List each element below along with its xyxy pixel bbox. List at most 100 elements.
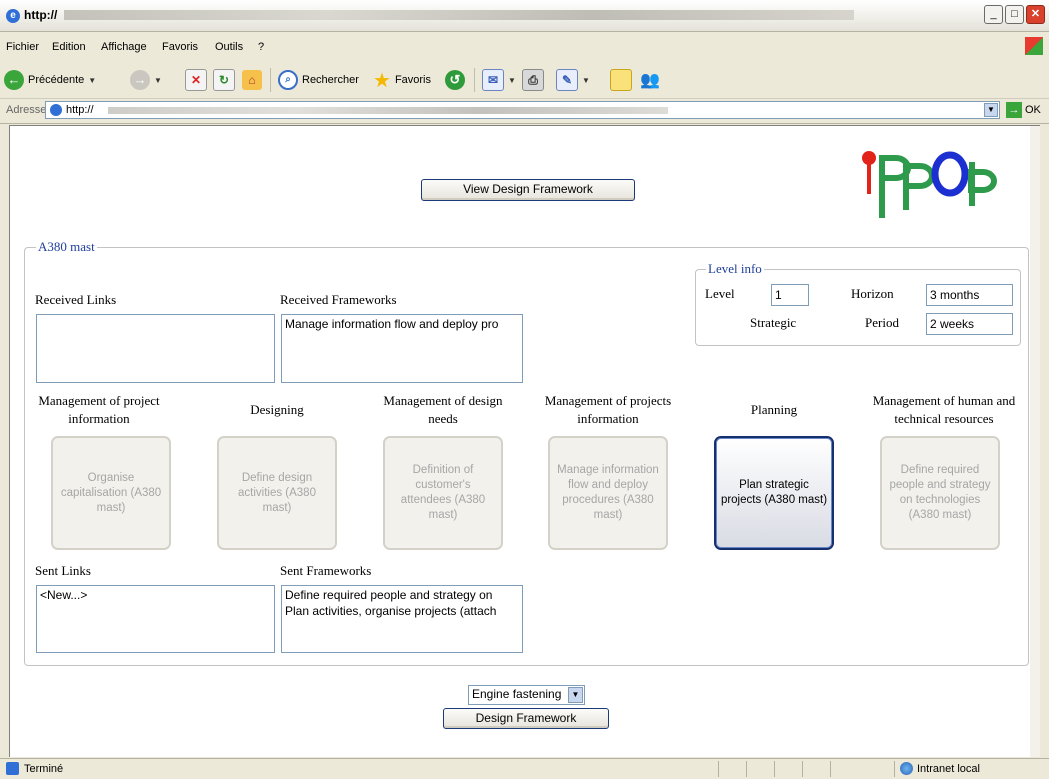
menu-fichier[interactable]: Fichier (6, 41, 39, 53)
framework-select[interactable]: Engine fastening ▼ (468, 685, 585, 705)
ie-icon: e (6, 9, 20, 23)
menu-outils[interactable]: Outils (215, 41, 243, 53)
card-title-designing: Designing (250, 402, 304, 417)
page-icon (50, 104, 62, 116)
favorites-button[interactable]: ★ Favoris (373, 69, 431, 92)
favorites-label: Favoris (394, 74, 431, 86)
sent-links-list[interactable]: <New...> (36, 585, 275, 653)
ippop-logo (862, 151, 997, 218)
messenger-icon: 👥 (640, 72, 660, 89)
notes-button[interactable] (610, 69, 632, 91)
back-button[interactable]: ← Précédente ▼ (4, 69, 96, 91)
card-title-human-technical-resources: Management of human and technical resour… (872, 393, 1016, 426)
view-design-framework-button[interactable]: View Design Framework (421, 179, 635, 201)
refresh-button[interactable]: ↻ (213, 69, 235, 91)
period-label: Period (865, 315, 899, 330)
mail-icon: ✉ (482, 69, 504, 91)
list-item[interactable]: Manage information flow and deploy pro (285, 316, 519, 332)
address-url-redacted (108, 107, 668, 114)
refresh-icon: ↻ (213, 69, 235, 91)
list-item[interactable]: <New...> (40, 587, 271, 603)
horizon-label: Horizon (851, 286, 894, 301)
go-arrow-icon: → (1006, 102, 1022, 118)
search-icon: ⌕ (278, 70, 298, 90)
received-links-list[interactable] (36, 314, 275, 383)
level-field[interactable]: 1 (771, 284, 809, 306)
period-field[interactable]: 2 weeks (926, 313, 1013, 335)
card-definition-customer-attendees[interactable]: Definition of customer's attendees (A380… (383, 436, 503, 550)
address-bar: Adresse http:// ▼ → OK (0, 99, 1049, 124)
edit-button[interactable]: ✎ ▼ (556, 69, 590, 91)
chevron-down-icon: ▼ (508, 75, 516, 85)
card-define-required-people[interactable]: Define required people and strategy on t… (880, 436, 1000, 550)
print-button[interactable]: ⎙ (522, 69, 544, 91)
card-manage-information-flow[interactable]: Manage information flow and deploy proce… (548, 436, 668, 550)
status-bar: Terminé Intranet local (0, 758, 1049, 779)
address-input[interactable]: http:// ▼ (45, 101, 1000, 119)
window-title-redacted (64, 10, 854, 20)
forward-button[interactable]: → ▼ (130, 69, 162, 91)
back-label: Précédente (28, 74, 85, 86)
globe-icon (900, 762, 913, 775)
menu-edition[interactable]: Edition (52, 41, 86, 53)
security-zone: Intranet local (900, 762, 980, 775)
menu-affichage[interactable]: Affichage (101, 41, 147, 53)
status-text: Terminé (24, 763, 64, 775)
close-button[interactable]: ✕ (1026, 5, 1045, 24)
search-label: Rechercher (302, 74, 359, 86)
page-viewport: View Design Framework A380 mast Received… (9, 125, 1040, 757)
sent-frameworks-list[interactable]: Define required people and strategy on P… (281, 585, 523, 653)
window-titlebar[interactable]: e http:// _ □ ✕ (0, 0, 1049, 32)
chevron-down-icon[interactable]: ▼ (984, 103, 998, 117)
design-framework-button[interactable]: Design Framework (443, 708, 609, 729)
level-label: Level (705, 286, 735, 301)
home-button[interactable]: ⌂ (242, 69, 262, 91)
list-item[interactable]: Plan activities, organise projects (atta… (285, 603, 519, 619)
toolbar: ← Précédente ▼ → ▼ ✕ ↻ ⌂ ⌕ Rechercher ★ … (0, 60, 1049, 99)
level-info-title: Level info (706, 261, 764, 277)
card-title-design-needs: Management of design needs (383, 393, 503, 426)
search-button[interactable]: ⌕ Rechercher (278, 69, 359, 91)
page-done-icon (6, 762, 19, 775)
card-title-project-information: Management of project information (38, 393, 160, 426)
received-links-label: Received Links (35, 292, 117, 307)
messenger-button[interactable]: 👥 (640, 69, 660, 91)
go-button[interactable]: → OK (1006, 102, 1041, 118)
address-url: http:// (66, 104, 94, 116)
back-arrow-icon: ← (4, 70, 24, 90)
framework-select-value: Engine fastening (472, 687, 562, 701)
mail-button[interactable]: ✉ ▼ (482, 69, 516, 91)
minimize-button[interactable]: _ (984, 5, 1003, 24)
card-title-planning: Planning (750, 402, 798, 417)
card-title-projects-information: Management of projects information (544, 393, 672, 426)
chevron-down-icon: ▼ (582, 75, 590, 85)
group-title: A380 mast (36, 239, 97, 255)
menu-bar: Fichier Edition Affichage Favoris Outils… (0, 32, 1049, 61)
chevron-down-icon[interactable]: ▼ (568, 687, 583, 703)
chevron-down-icon: ▼ (154, 75, 162, 85)
edit-icon: ✎ (556, 69, 578, 91)
forward-arrow-icon: → (130, 70, 150, 90)
chevron-down-icon: ▼ (88, 75, 97, 85)
history-icon: ↺ (445, 70, 465, 90)
received-frameworks-list[interactable]: Manage information flow and deploy pro (281, 314, 523, 383)
menu-favoris[interactable]: Favoris (162, 41, 198, 53)
address-label: Adresse (6, 104, 47, 116)
zone-label: Intranet local (917, 762, 980, 775)
card-plan-strategic-projects[interactable]: Plan strategic projects (A380 mast) (714, 436, 834, 550)
vertical-scrollbar[interactable] (1030, 126, 1040, 757)
window-title: http:// (24, 8, 58, 22)
star-icon: ★ (373, 69, 391, 92)
horizon-field[interactable]: 3 months (926, 284, 1013, 306)
go-label: OK (1025, 104, 1041, 116)
maximize-button[interactable]: □ (1005, 5, 1024, 24)
list-item[interactable]: Define required people and strategy on (285, 587, 519, 603)
sent-frameworks-label: Sent Frameworks (280, 563, 372, 578)
card-define-design-activities[interactable]: Define design activities (A380 mast) (217, 436, 337, 550)
stop-button[interactable]: ✕ (185, 69, 207, 91)
strategic-label: Strategic (750, 315, 797, 330)
card-organise-capitalisation[interactable]: Organise capitalisation (A380 mast) (51, 436, 171, 550)
menu-help[interactable]: ? (258, 41, 264, 53)
history-button[interactable]: ↺ (445, 69, 465, 91)
received-frameworks-label: Received Frameworks (280, 292, 397, 307)
